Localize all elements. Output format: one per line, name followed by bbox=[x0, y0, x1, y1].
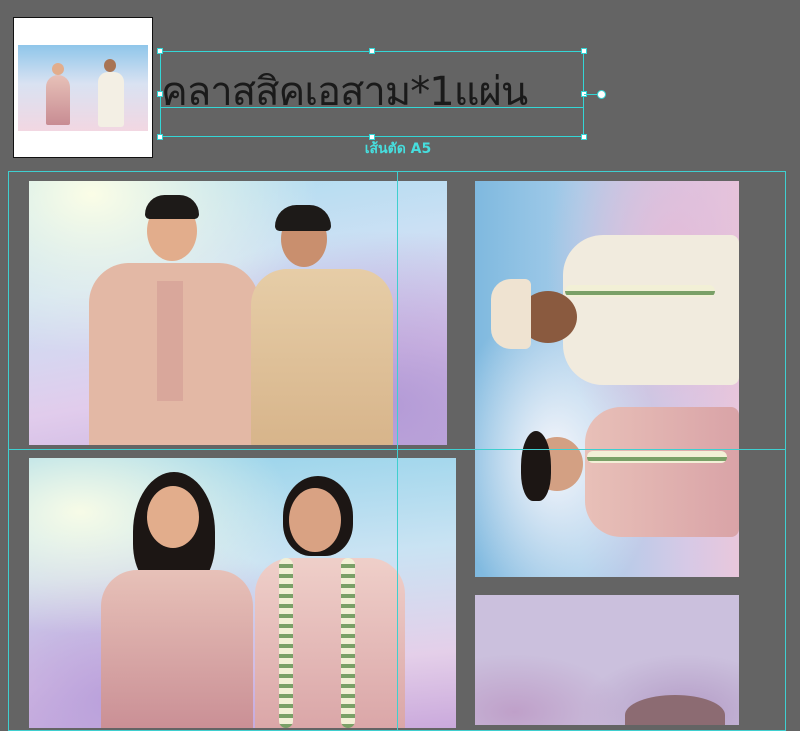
resize-handle-bottom-left[interactable] bbox=[157, 134, 163, 140]
vertical-cut-guide bbox=[397, 171, 398, 731]
rotate-handle-icon[interactable] bbox=[597, 90, 606, 99]
cut-line-label: เส้นตัด A5 bbox=[364, 141, 432, 157]
resize-handle-top-right[interactable] bbox=[581, 48, 587, 54]
horizontal-cut-guide bbox=[8, 449, 786, 450]
resize-handle-top-left[interactable] bbox=[157, 48, 163, 54]
photo-frame-3[interactable] bbox=[475, 181, 739, 577]
text-frame-content[interactable]: คลาสสิคเอสาม*1แผ่น bbox=[161, 56, 528, 128]
photo-frame-1[interactable] bbox=[29, 181, 447, 445]
resize-handle-bottom-right[interactable] bbox=[581, 134, 587, 140]
resize-handle-left[interactable] bbox=[157, 91, 163, 97]
photo-frame-4[interactable] bbox=[475, 595, 739, 725]
page-thumbnail[interactable] bbox=[13, 17, 153, 158]
text-frame[interactable]: คลาสสิคเอสาม*1แผ่น bbox=[157, 48, 587, 140]
text-baseline bbox=[161, 107, 583, 108]
resize-handle-top[interactable] bbox=[369, 48, 375, 54]
photo-thumbnail-icon bbox=[18, 45, 148, 131]
photo-frame-2[interactable] bbox=[29, 458, 456, 728]
